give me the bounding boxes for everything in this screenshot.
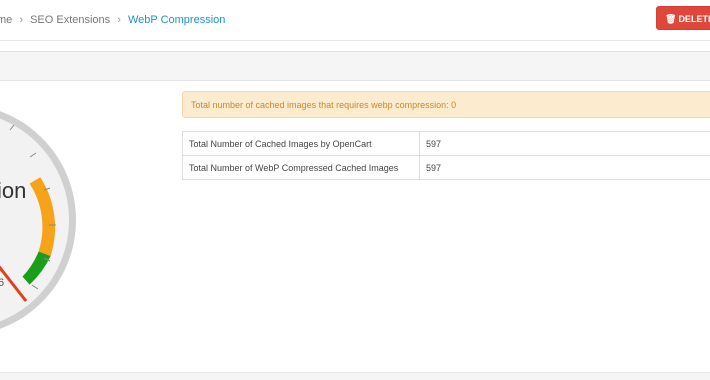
panel-heading [0,51,710,81]
breadcrumb-home[interactable]: me [0,14,12,26]
page-header: me › SEO Extensions › WebP Compression 🗑… [0,0,710,41]
breadcrumb-separator-icon: › [19,14,24,26]
table-row: Total Number of WebP Compressed Cached I… [182,155,710,180]
gauge-label: ion [0,178,26,203]
table-cell-value: 597 [419,131,710,156]
breadcrumb-separator-icon: › [117,14,121,26]
table-row: Total Number of Cached Images by OpenCar… [182,131,710,156]
delete-button[interactable]: 🗑DELETE I [656,6,710,30]
gauge-value: 6 [0,277,4,289]
stats-table: Total Number of Cached Images by OpenCar… [182,131,710,180]
table-cell-label: Total Number of Cached Images by OpenCar… [182,131,420,156]
gauge-svg: ion 6 [0,111,76,329]
page: me › SEO Extensions › WebP Compression 🗑… [0,0,710,380]
table-cell-value: 597 [419,155,710,180]
panel-footer [0,372,710,380]
breadcrumb-seo-extensions[interactable]: SEO Extensions [30,14,110,26]
breadcrumb-webp-compression[interactable]: WebP Compression [128,14,225,26]
gauge-face [0,118,69,322]
warning-alert: Total number of cached images that requi… [182,91,710,118]
delete-button-label: DELETE I [678,14,710,24]
compression-gauge: ion 6 [0,85,90,355]
trash-icon: 🗑 [665,14,677,24]
breadcrumb: me › SEO Extensions › WebP Compression [0,14,225,26]
table-cell-label: Total Number of WebP Compressed Cached I… [182,155,420,180]
